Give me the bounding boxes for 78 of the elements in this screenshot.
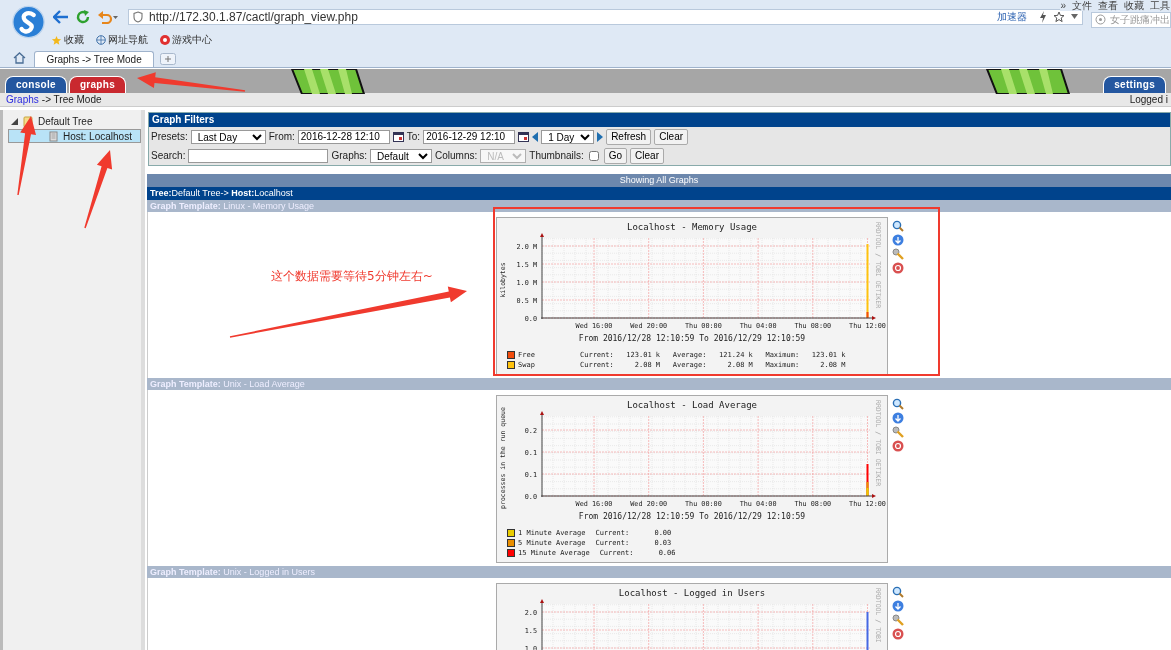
zoom-icon[interactable] xyxy=(892,398,904,410)
download-icon[interactable] xyxy=(892,234,904,246)
field-label: Presets: xyxy=(151,131,188,142)
calendar-icon[interactable] xyxy=(392,131,404,142)
breadcrumb-link[interactable]: Graphs xyxy=(6,94,39,105)
refresh-button[interactable]: Refresh xyxy=(606,128,652,145)
host-icon xyxy=(49,130,58,142)
zoom-icon[interactable] xyxy=(892,586,904,598)
field-label: From: xyxy=(268,131,295,142)
field-label: Columns: xyxy=(435,150,478,161)
template-header: Graph Template: Linux - Memory Usage xyxy=(147,200,1171,212)
delete-icon[interactable] xyxy=(892,440,904,452)
game-icon xyxy=(160,35,170,45)
back-icon[interactable] xyxy=(53,9,69,24)
undo-icon[interactable] xyxy=(97,9,119,24)
calendar-icon[interactable] xyxy=(518,131,530,142)
time-range: From 2016/12/28 12:10:59 To 2016/12/29 12:10:59 xyxy=(577,333,807,344)
search-engine-icon xyxy=(1095,14,1106,25)
search-field[interactable]: 女子跳痛冲出 xyxy=(1091,11,1171,28)
refresh-icon[interactable] xyxy=(75,8,91,25)
field-label: Thumbnails: xyxy=(529,150,584,161)
nav-tab[interactable]: console xyxy=(5,76,67,93)
graphs-select[interactable]: Default xyxy=(370,148,433,163)
bookmark-link[interactable]: 收藏 xyxy=(51,33,84,47)
nav-tab[interactable]: graphs xyxy=(68,76,127,93)
zoom-icon[interactable] xyxy=(892,220,904,232)
annotation-text: 这个数据需要等待5分钟左右~ xyxy=(271,268,433,285)
bookmark-link[interactable]: 网址导航 xyxy=(96,33,148,47)
clear-button[interactable]: Clear xyxy=(630,147,664,164)
lightning-icon[interactable] xyxy=(1039,10,1047,23)
nav-tab[interactable]: settings xyxy=(1103,76,1166,93)
field-label: Search: xyxy=(151,150,186,161)
delete-icon[interactable] xyxy=(892,628,904,640)
breadcrumb-text: -> Tree Mode xyxy=(41,94,102,105)
graph-trace-drawing xyxy=(866,612,869,650)
delete-icon[interactable] xyxy=(892,262,904,274)
go-button[interactable]: Go xyxy=(603,147,628,164)
thumbnails-checkbox[interactable] xyxy=(588,150,599,161)
caret-icon[interactable] xyxy=(1071,14,1078,19)
star-icon[interactable] xyxy=(1053,10,1065,23)
wrench-icon[interactable] xyxy=(892,248,904,260)
template-header: Graph Template: Unix - Load Average xyxy=(147,378,1171,390)
shift-right-icon[interactable] xyxy=(597,131,604,142)
tree-item[interactable]: Host: Localhost xyxy=(8,129,141,143)
timespan-select[interactable]: 1 Day xyxy=(541,129,595,144)
menu-item[interactable]: 查看 xyxy=(1098,0,1118,11)
menu-item[interactable]: 文件 xyxy=(1072,0,1092,11)
panel-title: Graph Filters xyxy=(149,113,1170,127)
menu-item[interactable]: 工具 xyxy=(1150,0,1170,11)
tree-path: Tree:Default Tree-> Host:Localhost xyxy=(147,187,1171,200)
field-label: Graphs: xyxy=(331,150,368,161)
section-header: Showing All Graphs xyxy=(147,174,1171,187)
clear-button[interactable]: Clear xyxy=(654,128,689,145)
wrench-icon[interactable] xyxy=(892,426,904,438)
graph-trace-drawing xyxy=(866,464,869,496)
field-label: To: xyxy=(406,131,421,142)
browser-tab[interactable]: Graphs -> Tree Mode xyxy=(34,51,154,67)
date-field[interactable]: 2016-12-28 12:10 xyxy=(297,129,390,144)
home-icon[interactable] xyxy=(13,52,26,64)
download-icon[interactable] xyxy=(892,412,904,424)
time-range: From 2016/12/28 12:10:59 To 2016/12/29 12:10:59 xyxy=(577,511,807,522)
menu-item[interactable]: » xyxy=(1060,0,1066,11)
bookmark-link[interactable]: 游戏中心 xyxy=(160,33,212,47)
login-status: Logged i xyxy=(1129,94,1168,105)
menu-item[interactable]: 收藏 xyxy=(1124,0,1144,11)
star-icon xyxy=(51,34,62,46)
date-field[interactable]: 2016-12-29 12:10 xyxy=(423,129,516,144)
browser-logo xyxy=(12,3,45,41)
accelerator-link[interactable]: 加速器 xyxy=(997,9,1027,24)
shield-icon xyxy=(133,10,143,23)
globe-icon xyxy=(96,35,106,45)
shift-left-icon[interactable] xyxy=(532,131,539,142)
expand-icon[interactable] xyxy=(11,118,18,125)
preset-select[interactable]: Last Day xyxy=(190,129,266,144)
y-axis xyxy=(540,599,544,650)
wrench-icon[interactable] xyxy=(892,614,904,626)
download-icon[interactable] xyxy=(892,600,904,612)
search-field[interactable] xyxy=(188,148,329,163)
